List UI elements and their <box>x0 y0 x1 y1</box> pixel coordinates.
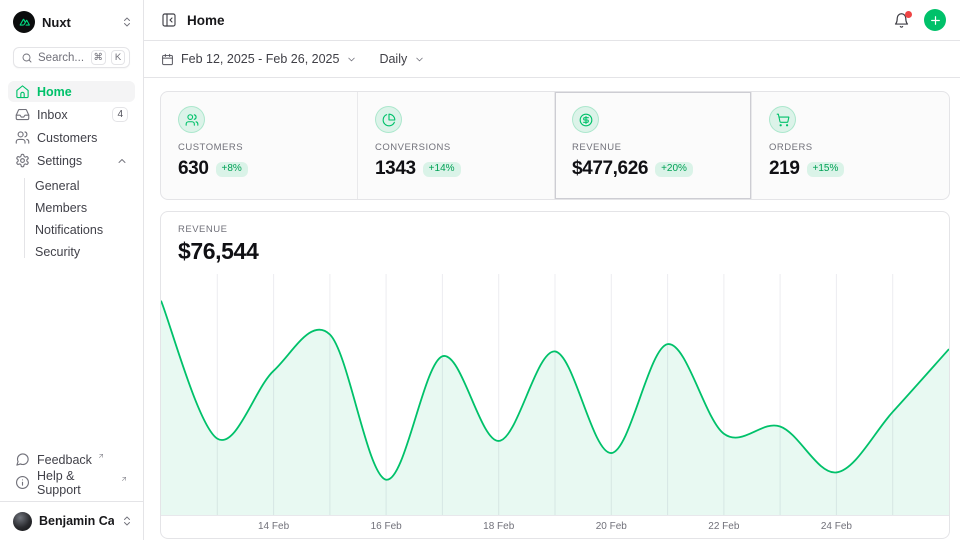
app-window: Nuxt Search... ⌘ K Home Inbox 4 <box>0 0 960 540</box>
stat-card-conversions[interactable]: CONVERSIONS 1343 +14% <box>358 92 555 199</box>
stats-row: CUSTOMERS 630 +8% CONVERSIONS 1343 +14% <box>160 91 950 200</box>
stat-delta-badge: +15% <box>807 162 845 177</box>
stat-card-orders[interactable]: ORDERS 219 +15% <box>752 92 949 199</box>
pie-chart-icon <box>375 106 402 133</box>
chevron-up-icon <box>116 155 128 167</box>
chart-header: REVENUE $76,544 <box>161 212 949 274</box>
workspace-switcher[interactable]: Nuxt <box>0 10 143 34</box>
stat-card-revenue[interactable]: REVENUE $477,626 +20% <box>555 92 752 199</box>
search-input[interactable]: Search... ⌘ K <box>13 47 130 68</box>
date-range-picker[interactable]: Feb 12, 2025 - Feb 26, 2025 <box>161 52 357 66</box>
home-icon <box>15 84 30 99</box>
dollar-circle-icon <box>572 106 599 133</box>
users-icon <box>178 106 205 133</box>
inbox-icon <box>15 107 30 122</box>
message-bubble-icon <box>15 452 30 467</box>
footer-link-label: Help & Support <box>37 469 115 497</box>
x-axis-tick: 20 Feb <box>596 521 627 532</box>
sidebar-nav: Home Inbox 4 Customers Settings <box>0 81 143 263</box>
sidebar-item-settings[interactable]: Settings <box>8 150 135 171</box>
stat-value: 1343 <box>375 158 416 180</box>
notifications-button[interactable] <box>893 12 910 29</box>
date-range-value: Feb 12, 2025 - Feb 26, 2025 <box>181 52 339 66</box>
gear-icon <box>15 153 30 168</box>
submenu-item-members[interactable]: Members <box>8 197 135 219</box>
help-support-link[interactable]: Help & Support <box>8 472 135 493</box>
sidebar-item-label: Inbox <box>37 108 68 122</box>
search-placeholder: Search... <box>38 52 86 64</box>
period-select[interactable]: Daily <box>379 52 425 66</box>
revenue-area-chart[interactable] <box>161 274 949 516</box>
user-name: Benjamin Canac <box>39 514 114 528</box>
stat-value: 219 <box>769 158 800 180</box>
chevrons-up-down-icon <box>121 16 133 28</box>
sidebar-item-customers[interactable]: Customers <box>8 127 135 148</box>
plus-icon <box>929 14 942 27</box>
user-menu[interactable]: Benjamin Canac <box>0 510 143 532</box>
sidebar: Nuxt Search... ⌘ K Home Inbox 4 <box>0 0 144 540</box>
notification-dot <box>905 11 912 18</box>
workspace-name: Nuxt <box>42 15 114 30</box>
sidebar-item-label: Home <box>37 85 72 99</box>
stat-label: CONVERSIONS <box>375 142 537 153</box>
cart-icon <box>769 106 796 133</box>
stat-label: REVENUE <box>572 142 734 153</box>
period-value: Daily <box>379 52 407 66</box>
stat-value: 630 <box>178 158 209 180</box>
sidebar-item-home[interactable]: Home <box>8 81 135 102</box>
calendar-icon <box>161 53 174 66</box>
kbd-k: K <box>111 50 125 65</box>
x-axis: 14 Feb 16 Feb 18 Feb 20 Feb 22 Feb 24 Feb <box>161 516 949 538</box>
sidebar-item-label: Customers <box>37 131 97 145</box>
users-icon <box>15 130 30 145</box>
x-axis-tick: 22 Feb <box>708 521 739 532</box>
x-axis-tick: 24 Feb <box>821 521 852 532</box>
header-left: Home <box>161 12 893 28</box>
stat-delta-badge: +8% <box>216 162 248 177</box>
submenu-item-security[interactable]: Security <box>8 241 135 263</box>
page-header: Home <box>144 0 960 41</box>
sidebar-divider <box>0 501 143 502</box>
sidebar-spacer <box>0 263 143 449</box>
sidebar-item-label: Settings <box>37 154 82 168</box>
submenu-item-notifications[interactable]: Notifications <box>8 219 135 241</box>
settings-submenu: General Members Notifications Security <box>8 175 135 263</box>
external-link-icon <box>97 452 105 460</box>
stat-delta-badge: +14% <box>423 162 461 177</box>
sidebar-item-inbox[interactable]: Inbox 4 <box>8 104 135 125</box>
feedback-link[interactable]: Feedback <box>8 449 135 470</box>
x-axis-tick: 18 Feb <box>483 521 514 532</box>
chevron-down-icon <box>414 54 425 65</box>
revenue-chart-card: REVENUE $76,544 14 Feb 16 Feb 18 Feb 20 Feb… <box>160 211 950 539</box>
chart-metric-value: $76,544 <box>178 238 932 265</box>
info-circle-icon <box>15 475 30 490</box>
nuxt-logo-icon <box>13 11 35 33</box>
search-icon <box>21 52 33 64</box>
avatar <box>13 512 32 531</box>
x-axis-tick: 16 Feb <box>371 521 402 532</box>
filters-toolbar: Feb 12, 2025 - Feb 26, 2025 Daily <box>144 41 960 78</box>
sidebar-footer-nav: Feedback Help & Support <box>0 449 143 493</box>
dashboard-content: CUSTOMERS 630 +8% CONVERSIONS 1343 +14% <box>144 78 960 540</box>
area-chart-svg <box>161 274 949 516</box>
add-button[interactable] <box>924 9 946 31</box>
chevrons-up-down-icon <box>121 515 133 527</box>
submenu-item-general[interactable]: General <box>8 175 135 197</box>
inbox-count-badge: 4 <box>112 107 128 122</box>
external-link-icon <box>120 475 128 483</box>
chevron-down-icon <box>346 54 357 65</box>
panel-left-close-icon[interactable] <box>161 12 177 28</box>
stat-label: CUSTOMERS <box>178 142 340 153</box>
stat-delta-badge: +20% <box>655 162 693 177</box>
page-title: Home <box>187 13 225 28</box>
x-axis-tick: 14 Feb <box>258 521 289 532</box>
stat-value: $477,626 <box>572 158 648 180</box>
main-area: Home Feb 12, 2025 - Feb 26, 2025 Daily <box>144 0 960 540</box>
kbd-cmd: ⌘ <box>91 50 107 65</box>
stat-label: ORDERS <box>769 142 932 153</box>
stat-card-customers[interactable]: CUSTOMERS 630 +8% <box>161 92 358 199</box>
chart-metric-label: REVENUE <box>178 224 932 235</box>
footer-link-label: Feedback <box>37 453 92 467</box>
